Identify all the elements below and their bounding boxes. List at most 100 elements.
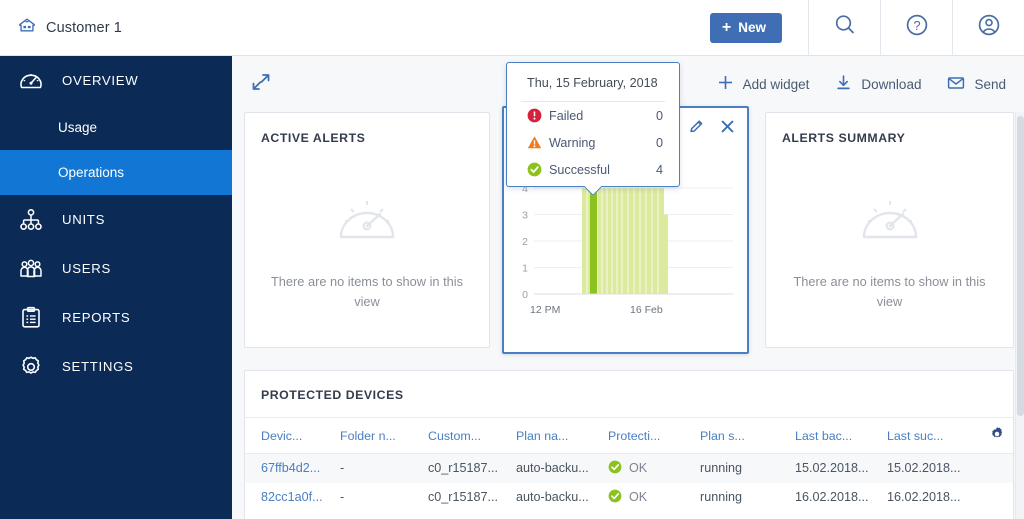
cell-protection-status: OK [608, 454, 700, 483]
tooltip-value: 4 [655, 162, 663, 177]
cell-last-backup: 15.02.2018... [795, 461, 869, 476]
gear-icon [0, 354, 62, 380]
cell-last-backup: 16.02.2018... [795, 490, 869, 504]
close-x-icon[interactable] [719, 118, 736, 135]
table-title: PROTECTED DEVICES [261, 388, 404, 402]
empty-text: There are no items to show in this view [793, 274, 986, 309]
success-check-icon [608, 460, 622, 477]
sidebar-item-label: OVERVIEW [62, 73, 139, 88]
chart-tooltip: Thu, 15 February, 2018 Failed 0 Warning … [506, 62, 680, 187]
error-circle-icon [527, 108, 549, 123]
org-tree-icon [0, 207, 62, 233]
widget-active-alerts[interactable]: ACTIVE ALERTS There are no items to show… [244, 112, 490, 348]
tooltip-value: 0 [655, 135, 663, 150]
new-button[interactable]: + New [709, 12, 782, 43]
sidebar-item-label: Operations [58, 165, 125, 180]
download-label: Download [861, 76, 922, 92]
column-header-protection[interactable]: Protecti... [608, 417, 700, 454]
success-check-icon [527, 162, 549, 177]
tooltip-row-failed: Failed 0 [507, 102, 679, 129]
empty-state: There are no items to show in this view [766, 165, 1013, 339]
expand-arrows-icon [250, 71, 272, 98]
cell-spacer [979, 454, 1013, 483]
protection-status-label: OK [629, 461, 648, 476]
cell-customer: c0_r15187... [428, 461, 499, 476]
tenant-breadcrumb[interactable]: Customer 1 [0, 0, 710, 56]
column-header-last-success[interactable]: Last suc... [887, 417, 979, 454]
vertical-scrollbar[interactable] [1015, 112, 1024, 519]
column-header-customer[interactable]: Custom... [428, 417, 516, 454]
tooltip-date: Thu, 15 February, 2018 [527, 76, 658, 90]
cell-last-success: 15.02.2018... [887, 461, 961, 476]
gauge-icon [0, 68, 62, 94]
column-header-plan-name[interactable]: Plan na... [516, 417, 608, 454]
download-icon [835, 74, 852, 94]
widget-title: ACTIVE ALERTS [261, 131, 366, 145]
download-button[interactable]: Download [835, 74, 921, 94]
x-tick-0: 12 PM [530, 304, 560, 316]
table-row[interactable]: 67ffb4d2... - c0_r15187... auto-backu... [245, 453, 1013, 483]
app-root: Customer 1 + New ? OVERVIEW Usage Operat… [0, 0, 1024, 519]
cell-device[interactable]: 82cc1a0f... [245, 483, 340, 512]
highlighted-bar [590, 188, 597, 294]
sidebar-item-label: UNITS [62, 212, 106, 227]
table-row[interactable]: 82cc1a0f... - c0_r15187... auto-backu... [245, 483, 1013, 512]
cell-plan-status: running [700, 490, 743, 504]
sidebar-item-units[interactable]: UNITS [0, 195, 232, 244]
y-tick-1: 1 [522, 263, 528, 275]
add-widget-label: Add widget [742, 76, 810, 92]
account-button[interactable] [952, 0, 1024, 56]
send-label: Send [974, 76, 1006, 92]
expand-dashboard-button[interactable] [244, 67, 278, 101]
plus-icon [717, 74, 734, 94]
cell-last-success: 16.02.2018... [887, 490, 961, 504]
settings-gear-icon [989, 427, 1005, 445]
empty-state: There are no items to show in this view [245, 165, 489, 339]
tooltip-row-successful: Successful 4 [507, 156, 679, 183]
add-widget-button[interactable]: Add widget [717, 74, 810, 94]
sidebar-item-overview[interactable]: OVERVIEW [0, 56, 232, 105]
activities-bar-chart[interactable]: 4 3 2 1 0 12 PM 16 Feb [504, 166, 747, 352]
toolbar-actions: Add widget Download Send [717, 74, 1024, 94]
help-button[interactable]: ? [880, 0, 952, 56]
send-button[interactable]: Send [947, 74, 1006, 94]
sidebar-item-label: USERS [62, 261, 111, 276]
sidebar: OVERVIEW Usage Operations UNITS USERS RE… [0, 56, 232, 519]
protection-status-label: OK [629, 490, 648, 504]
cell-device[interactable]: 67ffb4d2... [245, 454, 340, 483]
scrollbar-thumb[interactable] [1017, 116, 1024, 416]
tooltip-value: 0 [655, 108, 663, 123]
success-check-icon [608, 489, 622, 506]
widget-controls [688, 118, 736, 135]
warning-triangle-icon [527, 135, 549, 150]
sidebar-item-users[interactable]: USERS [0, 244, 232, 293]
pencil-edit-icon[interactable] [688, 118, 705, 135]
sidebar-item-operations[interactable]: Operations [0, 150, 232, 195]
y-tick-3: 3 [522, 210, 528, 222]
sidebar-item-settings[interactable]: SETTINGS [0, 342, 232, 391]
widget-title: ALERTS SUMMARY [782, 131, 906, 145]
cell-folder: - [340, 490, 345, 504]
gauge-icon [336, 193, 398, 256]
cell-customer: c0_r15187... [428, 490, 499, 504]
sidebar-item-reports[interactable]: REPORTS [0, 293, 232, 342]
column-header-folder[interactable]: Folder n... [340, 417, 428, 454]
column-header-last-backup[interactable]: Last bac... [795, 417, 887, 454]
chart-bars [582, 188, 668, 294]
building-home-icon [18, 16, 36, 39]
top-bar: Customer 1 + New ? [0, 0, 1024, 56]
y-tick-2: 2 [522, 236, 528, 248]
column-header-device[interactable]: Devic... [245, 417, 340, 454]
table-settings-button[interactable] [979, 417, 1013, 454]
sidebar-item-usage[interactable]: Usage [0, 105, 232, 150]
tooltip-arrow [585, 186, 601, 195]
tooltip-label: Successful [549, 162, 610, 177]
protected-devices-table: Devic... Folder n... Custom... Plan na..… [245, 417, 1013, 512]
widget-alerts-summary[interactable]: ALERTS SUMMARY There are no items to sho… [765, 112, 1014, 348]
user-account-icon [976, 12, 1002, 43]
clipboard-report-icon [0, 305, 62, 331]
protected-devices-card: PROTECTED DEVICES Devic... Folder n... C… [244, 370, 1014, 519]
column-header-plan-status[interactable]: Plan s... [700, 417, 795, 454]
search-button[interactable] [808, 0, 880, 56]
envelope-icon [947, 74, 965, 94]
